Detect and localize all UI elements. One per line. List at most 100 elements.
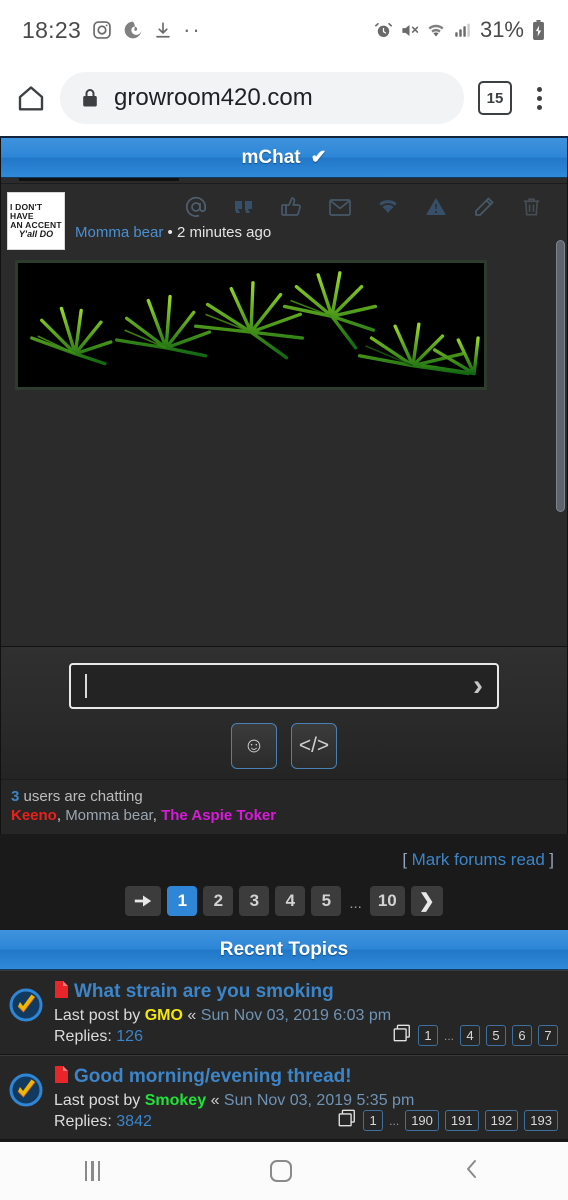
phone-screen: 18:23 ·· 31% growroom420.com 15 mChat ✔ … (0, 0, 568, 1200)
topic-title-row: Good morning/evening thread! (54, 1066, 560, 1088)
mini-page-label: 5 (492, 1028, 500, 1043)
unread-topic-icon[interactable] (8, 987, 44, 1023)
chatter-momma-bear[interactable]: Momma bear (65, 807, 153, 824)
send-button[interactable]: › (473, 671, 487, 701)
topic-mini-pagination: 1 ... 190 191 192 193 (337, 1108, 558, 1133)
chatter-keeno[interactable]: Keeno (11, 807, 57, 824)
mini-page-label: 192 (490, 1113, 513, 1128)
report-icon[interactable] (424, 195, 448, 219)
chat-input[interactable]: › (69, 663, 499, 709)
page-label: 4 (285, 891, 296, 910)
page-button-5[interactable]: 5 (311, 886, 342, 916)
document-icon (54, 981, 68, 1003)
mini-page-6[interactable]: 6 (512, 1025, 532, 1046)
tab-counter-button[interactable]: 15 (478, 81, 512, 115)
mail-icon[interactable] (328, 196, 352, 218)
mini-page-label: 7 (544, 1028, 552, 1043)
mini-page-1[interactable]: 1 (417, 1025, 438, 1046)
quote-icon[interactable] (232, 195, 256, 219)
recent-topics-title: Recent Topics (219, 938, 349, 960)
bracket-close: ] (549, 850, 554, 869)
replies-label: Replies: (54, 1028, 112, 1045)
more-dots-icon: ·· (183, 17, 202, 42)
page-button-last[interactable]: 10 (369, 886, 405, 916)
jump-to-page-icon[interactable] (125, 886, 162, 916)
mini-page-190[interactable]: 190 (405, 1110, 439, 1131)
delete-icon[interactable] (520, 195, 543, 219)
battery-charging-icon (531, 20, 546, 40)
android-nav-bar (0, 1142, 568, 1200)
bbcode-button[interactable]: </> (291, 723, 337, 769)
mini-page-label: 6 (518, 1028, 526, 1043)
download-icon (154, 21, 172, 39)
replies-count: 3842 (116, 1113, 152, 1130)
topic-date: Sun Nov 03, 2019 6:03 pm (200, 1007, 392, 1024)
address-bar[interactable]: growroom420.com (60, 72, 464, 124)
edit-icon[interactable] (472, 195, 496, 219)
mini-page-label: 4 (466, 1028, 474, 1043)
mini-page-191[interactable]: 191 (444, 1110, 479, 1131)
message-username[interactable]: Momma bear (75, 224, 163, 241)
status-clock: 18:23 (22, 16, 82, 43)
quote-glyph: « (187, 1007, 197, 1024)
mini-page-label: 191 (450, 1113, 473, 1128)
mark-forums-read-link[interactable]: Mark forums read (412, 850, 545, 869)
home-icon[interactable] (16, 83, 46, 113)
home-icon[interactable] (269, 1160, 292, 1182)
lock-icon (80, 87, 100, 109)
pages-icon (392, 1023, 412, 1048)
pagination-ellipsis: ... (349, 895, 362, 912)
mini-page-4[interactable]: 4 (460, 1025, 480, 1046)
recent-topics-header: Recent Topics (0, 930, 568, 970)
mini-page-label: 1 (424, 1028, 432, 1043)
bbcode-glyph: </> (298, 734, 330, 757)
browser-menu-button[interactable] (526, 86, 552, 110)
mchat-messages[interactable]: I DON'T HAVE AN ACCENT Y'all DO Momma be… (1, 184, 567, 646)
mini-page-193[interactable]: 193 (524, 1110, 558, 1131)
avatar[interactable]: I DON'T HAVE AN ACCENT Y'all DO (7, 192, 65, 250)
chat-scrollbar[interactable] (556, 240, 565, 512)
mchat-title: mChat (241, 146, 301, 168)
message-attachment-image[interactable] (15, 260, 487, 390)
chatter-the-aspie-toker[interactable]: The Aspie Toker (161, 807, 276, 824)
thumbs-up-icon[interactable] (280, 195, 304, 219)
page-button-3[interactable]: 3 (239, 886, 270, 916)
tab-counter-label: 15 (486, 89, 504, 107)
replies-count: 126 (116, 1028, 143, 1045)
last-post-label: Last post by (54, 1092, 141, 1109)
recents-icon[interactable] (84, 1161, 101, 1181)
avatar-line-3: Y'all DO (18, 228, 54, 239)
topic-row[interactable]: What strain are you smoking Last post by… (0, 970, 568, 1055)
chatters-summary: 3 users are chatting (11, 788, 557, 805)
topic-author[interactable]: Smokey (145, 1092, 206, 1109)
message-separator: • (167, 224, 173, 241)
back-icon[interactable] (461, 1156, 483, 1186)
topic-title-link[interactable]: Good morning/evening thread! (74, 1066, 352, 1088)
topic-title-row: What strain are you smoking (54, 981, 560, 1003)
page-button-4[interactable]: 4 (275, 886, 306, 916)
chatters-names: Keeno, Momma bear, The Aspie Toker (11, 807, 277, 824)
mini-page-5[interactable]: 5 (486, 1025, 506, 1046)
mention-icon[interactable] (184, 195, 208, 219)
mini-pagination-ellipsis: ... (389, 1113, 400, 1128)
topic-author[interactable]: GMO (145, 1007, 183, 1024)
emoji-button[interactable]: ☺ (231, 723, 277, 769)
message-meta: Momma bear • 2 minutes ago (75, 224, 559, 241)
topic-date: Sun Nov 03, 2019 5:35 pm (223, 1092, 415, 1109)
mini-page-7[interactable]: 7 (538, 1025, 558, 1046)
page-button-2[interactable]: 2 (203, 886, 234, 916)
page-label: 2 (213, 891, 224, 910)
rss-icon[interactable] (376, 196, 400, 218)
topic-row[interactable]: Good morning/evening thread! Last post b… (0, 1055, 568, 1140)
mini-page-192[interactable]: 192 (484, 1110, 519, 1131)
browser-toolbar: growroom420.com 15 (0, 60, 568, 138)
mark-forums-read-row: [ Mark forums read ] (0, 834, 568, 880)
replies-label: Replies: (54, 1113, 112, 1130)
page-button-1[interactable]: 1 (167, 886, 198, 916)
mini-page-1[interactable]: 1 (363, 1110, 384, 1131)
topic-title-link[interactable]: What strain are you smoking (74, 981, 334, 1003)
web-page: mChat ✔ I DON'T HAVE AN ACCENT Y'all DO (0, 138, 568, 1142)
page-label: 3 (249, 891, 260, 910)
next-page-button[interactable]: ❯ (410, 886, 443, 916)
unread-topic-icon[interactable] (8, 1072, 44, 1108)
